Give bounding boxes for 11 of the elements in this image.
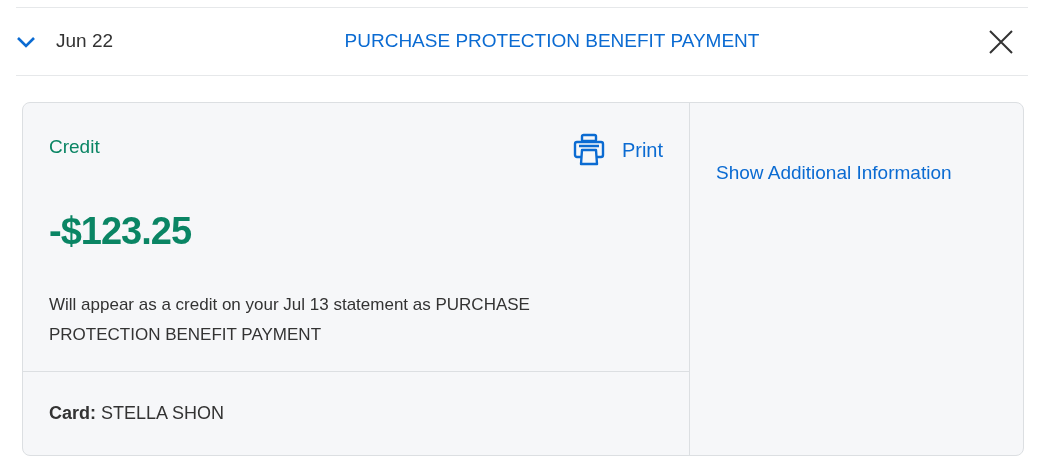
transaction-title-link[interactable]: PURCHASE PROTECTION BENEFIT PAYMENT bbox=[176, 27, 988, 56]
close-button[interactable] bbox=[988, 28, 1014, 55]
print-button[interactable]: Print bbox=[571, 133, 663, 167]
transaction-type-label: Credit bbox=[49, 135, 100, 159]
chevron-icon[interactable] bbox=[16, 35, 36, 48]
card-holder-text: Card: STELLA SHON bbox=[23, 371, 689, 455]
transaction-date: Jun 22 bbox=[56, 29, 115, 54]
transaction-amount: -$123.25 bbox=[49, 209, 192, 254]
printer-icon bbox=[571, 133, 606, 167]
show-additional-info-link[interactable]: Show Additional Information bbox=[716, 162, 952, 183]
transaction-description: Will appear as a credit on your Jul 13 statement as PURCHASE PROTECTION BENEFIT PAYMENT bbox=[49, 294, 531, 346]
